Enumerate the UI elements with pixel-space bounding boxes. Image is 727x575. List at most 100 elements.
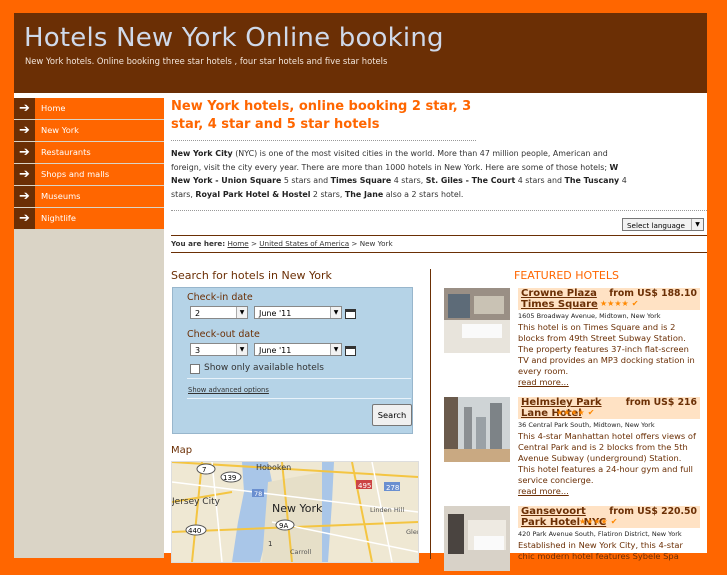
divider [171, 210, 707, 211]
breadcrumb-separator: > [248, 239, 260, 248]
featured-hotels-heading: FEATURED HOTELS [514, 269, 619, 282]
checkin-month-select[interactable]: June '11 ▼ [254, 306, 342, 319]
intro-bold: Times Square [330, 176, 392, 185]
column-divider [430, 269, 431, 559]
map-label: Glen [406, 528, 418, 536]
map-label: Linden Hill [370, 506, 404, 514]
divider [187, 378, 411, 379]
intro-bold: Royal Park Hotel & Hostel [195, 189, 311, 199]
chevron-down-icon: ▼ [330, 307, 341, 318]
menu-item-label: Nightlife [41, 213, 76, 223]
advanced-options-link[interactable]: Show advanced options [188, 386, 269, 394]
star-rating: ★★★★ ✔ [600, 299, 638, 308]
menu-item-label: Museums [41, 191, 81, 201]
hotel-name-bar: Helmsley Park Lane Hotel from US$ 216 ★★… [518, 397, 700, 419]
hotel-photo[interactable] [444, 288, 510, 353]
map-widget[interactable]: 7 139 Hoboken Jersey City New York Linde… [171, 461, 419, 563]
map-heading: Map [171, 445, 193, 456]
breadcrumb-home-link[interactable]: Home [227, 239, 248, 248]
menu-item-label: Home [41, 103, 66, 113]
chevron-down-icon: ▼ [330, 344, 341, 355]
hotel-address: 36 Central Park South, Midtown, New York [518, 421, 655, 429]
menu-item-nightlife[interactable]: ➔ Nightlife [14, 208, 164, 229]
arrow-right-icon: ➔ [14, 186, 35, 207]
hotel-address: 1605 Broadway Avenue, Midtown, New York [518, 312, 661, 320]
hotel-photo-graphic [444, 506, 510, 571]
map-label: 495 [358, 482, 371, 490]
checkout-month-select[interactable]: June '11 ▼ [254, 343, 342, 356]
check-icon: ✔ [610, 517, 618, 526]
divider [187, 398, 411, 399]
menu-item-museums[interactable]: ➔ Museums [14, 186, 164, 207]
arrow-right-icon: ➔ [14, 98, 35, 119]
arrow-right-icon: ➔ [14, 142, 35, 163]
main-menu: ➔ Home ➔ New York ➔ Restaurants ➔ Shops and … [14, 98, 164, 230]
checkin-day-select[interactable]: 2 ▼ [190, 306, 248, 319]
menu-item-label: New York [41, 125, 79, 135]
language-select[interactable]: Select language ▼ [622, 218, 704, 231]
breadcrumb-current: New York [359, 239, 393, 248]
intro-bold: The Jane [344, 189, 384, 199]
read-more-link[interactable]: read more... [518, 486, 569, 496]
intro-text-part: (NYC) is one of the most visited cities … [171, 149, 610, 172]
intro-text: New York City (NYC) is one of the most v… [171, 147, 631, 201]
star-icons: ★★★★ [556, 408, 585, 417]
hotel-address: 420 Park Avenue South, Flatiron District… [518, 530, 682, 538]
hotel-price: from US$ 216 [625, 397, 697, 408]
checkin-label: Check-in date [187, 292, 253, 303]
menu-item-home[interactable]: ➔ Home [14, 98, 164, 119]
intro-text-part: 5 stars and [281, 176, 331, 185]
hotel-search-form: Check-in date 2 ▼ June '11 ▼ Check-out dat… [172, 287, 413, 434]
intro-bold: St. Giles - The Court [425, 176, 516, 185]
hotel-photo[interactable] [444, 397, 510, 462]
hotel-description-text: Established in New York City, this 4-sta… [518, 540, 683, 561]
hotel-price: from US$ 188.10 [609, 288, 697, 299]
available-only-checkbox[interactable] [190, 364, 200, 374]
hotel-name-bar: Gansevoort Park Hotel NYC from US$ 220.5… [518, 506, 700, 528]
intro-text-part: 2 stars, [310, 189, 345, 199]
chevron-down-icon: ▼ [691, 219, 703, 230]
checkout-day-select[interactable]: 3 ▼ [190, 343, 248, 356]
breadcrumb-separator: > [349, 239, 360, 248]
checkout-day-value: 3 [195, 346, 201, 355]
intro-text-part: 4 stars and [515, 176, 565, 185]
breadcrumb-prefix: You are here: [171, 239, 226, 248]
site-title[interactable]: Hotels New York Online booking [24, 23, 444, 53]
chevron-down-icon: ▼ [236, 344, 247, 355]
calendar-icon[interactable] [345, 309, 356, 319]
search-heading: Search for hotels in New York [171, 269, 332, 282]
map-label: 440 [188, 527, 201, 535]
search-button[interactable]: Search [372, 404, 412, 426]
check-icon: ✔ [631, 299, 639, 308]
intro-bold: New York City [171, 149, 233, 158]
hotel-description: This 4-star Manhattan hotel offers views… [518, 431, 700, 496]
map-label: 1 [268, 540, 272, 548]
map-label: 78 [254, 490, 262, 498]
star-rating: ★★★★ ✔ [579, 517, 617, 526]
calendar-icon[interactable] [345, 346, 356, 356]
main-content: New York hotels, online booking 2 star, … [171, 98, 707, 571]
read-more-link[interactable]: read more... [518, 377, 569, 387]
intro-bold: The Tuscany [564, 176, 620, 185]
breadcrumb-country-link[interactable]: United States of America [259, 239, 349, 248]
menu-item-label: Shops and malls [41, 169, 110, 179]
map-graphic: 7 139 Hoboken Jersey City New York Linde… [172, 462, 418, 562]
available-only-label: Show only available hotels [204, 363, 324, 373]
language-select-value: Select language [627, 221, 685, 230]
menu-item-restaurants[interactable]: ➔ Restaurants [14, 142, 164, 163]
hotel-photo[interactable] [444, 506, 510, 571]
chevron-down-icon: ▼ [236, 307, 247, 318]
star-rating: ★★★★ ✔ [556, 408, 594, 417]
star-icons: ★★★★ [579, 517, 608, 526]
map-label: New York [272, 502, 323, 515]
checkin-day-value: 2 [195, 309, 201, 318]
page-wrapper: Hotels New York Online booking New York … [14, 13, 707, 571]
page-heading: New York hotels, online booking 2 star, … [171, 99, 472, 132]
checkin-month-value: June '11 [259, 309, 292, 318]
menu-item-new-york[interactable]: ➔ New York [14, 120, 164, 141]
site-tagline: New York hotels. Online booking three st… [25, 56, 388, 66]
arrow-right-icon: ➔ [14, 120, 35, 141]
hotel-name-bar: Crowne Plaza Times Square from US$ 188.1… [518, 288, 700, 310]
menu-item-shops[interactable]: ➔ Shops and malls [14, 164, 164, 185]
divider [171, 134, 476, 141]
